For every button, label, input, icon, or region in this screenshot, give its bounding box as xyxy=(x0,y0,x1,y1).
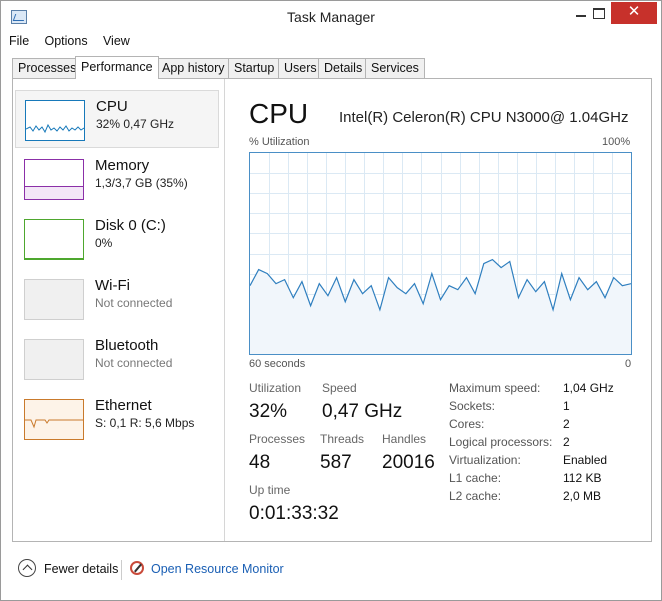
tab-startup[interactable]: Startup xyxy=(228,58,281,78)
spec-logical-processors-value: 2 xyxy=(563,435,570,449)
cpu-detail-pane: CPU Intel(R) Celeron(R) CPU N3000@ 1.04G… xyxy=(226,79,652,541)
graph-max-label: 100% xyxy=(602,136,631,148)
uptime-value: 0:01:33:32 xyxy=(249,503,339,524)
speed-label: Speed xyxy=(322,381,357,395)
speed-value: 0,47 GHz xyxy=(322,401,403,422)
window-title: Task Manager xyxy=(287,9,375,25)
menu-options[interactable]: Options xyxy=(45,34,88,48)
spec-sockets-value: 1 xyxy=(563,399,570,413)
tab-details[interactable]: Details xyxy=(318,58,369,78)
spec-sockets-label: Sockets: xyxy=(449,399,496,413)
handles-label: Handles xyxy=(382,432,427,446)
menu-file[interactable]: File xyxy=(9,34,29,48)
close-button[interactable]: ✕ xyxy=(611,2,657,24)
processes-label: Processes xyxy=(249,432,306,446)
resource-detail: 0% xyxy=(95,236,113,250)
threads-value: 587 xyxy=(320,452,352,473)
detail-title: CPU xyxy=(249,98,309,129)
resource-ethernet[interactable]: Ethernet S: 0,1 R: 5,6 Mbps xyxy=(15,390,219,448)
spec-max-speed-value: 1,04 GHz xyxy=(563,381,614,395)
cpu-thumbnail-graph xyxy=(25,100,85,141)
spec-l2-cache-value: 2,0 MB xyxy=(563,489,602,503)
menu-bar: File Options View xyxy=(9,34,142,52)
resource-list: CPU 32% 0,47 GHz Memory 1,3/3,7 GB (35%)… xyxy=(13,79,225,541)
uptime-label: Up time xyxy=(249,483,291,497)
resource-name: Ethernet xyxy=(95,397,152,414)
cpu-model-name: Intel(R) Celeron(R) CPU N3000@ 1.04GHz xyxy=(339,109,629,126)
graph-time-zero: 0 xyxy=(625,358,632,370)
performance-panel: CPU 32% 0,47 GHz Memory 1,3/3,7 GB (35%)… xyxy=(12,79,652,542)
resource-disk[interactable]: Disk 0 (C:) 0% xyxy=(15,210,219,268)
resource-name: Bluetooth xyxy=(95,337,159,354)
tab-users[interactable]: Users xyxy=(278,58,323,78)
bluetooth-thumbnail-graph xyxy=(24,339,84,380)
disk-thumbnail-graph xyxy=(24,219,84,260)
tab-processes[interactable]: Processes xyxy=(12,58,83,78)
footer-divider xyxy=(121,560,122,580)
spec-logical-processors-label: Logical processors: xyxy=(449,435,553,449)
resource-monitor-icon xyxy=(130,561,144,575)
handles-value: 20016 xyxy=(382,452,435,473)
spec-cores-value: 2 xyxy=(563,417,570,431)
resource-name: Memory xyxy=(95,157,150,174)
resource-detail: Not connected xyxy=(95,356,173,370)
chevron-up-icon[interactable] xyxy=(18,559,36,577)
resource-name: CPU xyxy=(96,98,128,115)
resource-detail: S: 0,1 R: 5,6 Mbps xyxy=(95,416,195,430)
spec-l2-cache-label: L2 cache: xyxy=(449,489,502,503)
menu-view[interactable]: View xyxy=(103,34,130,48)
threads-label: Threads xyxy=(320,432,365,446)
resource-memory[interactable]: Memory 1,3/3,7 GB (35%) xyxy=(15,150,219,208)
spec-max-speed-label: Maximum speed: xyxy=(449,381,541,395)
resource-name: Wi-Fi xyxy=(95,277,130,294)
task-manager-window: Task Manager ✕ File Options View Process… xyxy=(0,0,662,601)
wifi-thumbnail-graph xyxy=(24,279,84,320)
spec-l1-cache-value: 112 KB xyxy=(563,471,602,485)
resource-detail: 1,3/3,7 GB (35%) xyxy=(95,176,188,190)
graph-y-label: % Utilization xyxy=(249,136,310,148)
tab-services[interactable]: Services xyxy=(365,58,425,78)
cpu-utilization-chart xyxy=(250,153,631,354)
resource-wifi[interactable]: Wi-Fi Not connected xyxy=(15,270,219,328)
maximize-button[interactable] xyxy=(583,2,613,24)
spec-virtualization-label: Virtualization: xyxy=(449,453,521,467)
resource-name: Disk 0 (C:) xyxy=(95,217,166,234)
resource-cpu[interactable]: CPU 32% 0,47 GHz xyxy=(15,90,219,148)
title-bar[interactable]: Task Manager ✕ xyxy=(1,1,661,33)
resource-detail: 32% 0,47 GHz xyxy=(96,117,175,131)
open-resource-monitor-link[interactable]: Open Resource Monitor xyxy=(151,562,284,576)
ethernet-thumbnail-graph xyxy=(24,399,84,440)
graph-time-span: 60 seconds xyxy=(249,358,306,370)
resource-detail: Not connected xyxy=(95,296,173,310)
utilization-value: 32% xyxy=(249,401,288,422)
memory-thumbnail-graph xyxy=(24,159,84,200)
spec-virtualization-value: Enabled xyxy=(563,453,608,467)
resource-bluetooth[interactable]: Bluetooth Not connected xyxy=(15,330,219,388)
tab-performance[interactable]: Performance xyxy=(75,56,159,79)
fewer-details-button[interactable]: Fewer details xyxy=(44,562,118,576)
spec-cores-label: Cores: xyxy=(449,417,485,431)
spec-l1-cache-label: L1 cache: xyxy=(449,471,502,485)
utilization-label: Utilization xyxy=(249,381,302,395)
processes-value: 48 xyxy=(249,452,271,473)
footer-bar: Fewer details Open Resource Monitor xyxy=(1,556,661,586)
tab-app-history[interactable]: App history xyxy=(156,58,231,78)
cpu-utilization-graph xyxy=(249,152,632,355)
